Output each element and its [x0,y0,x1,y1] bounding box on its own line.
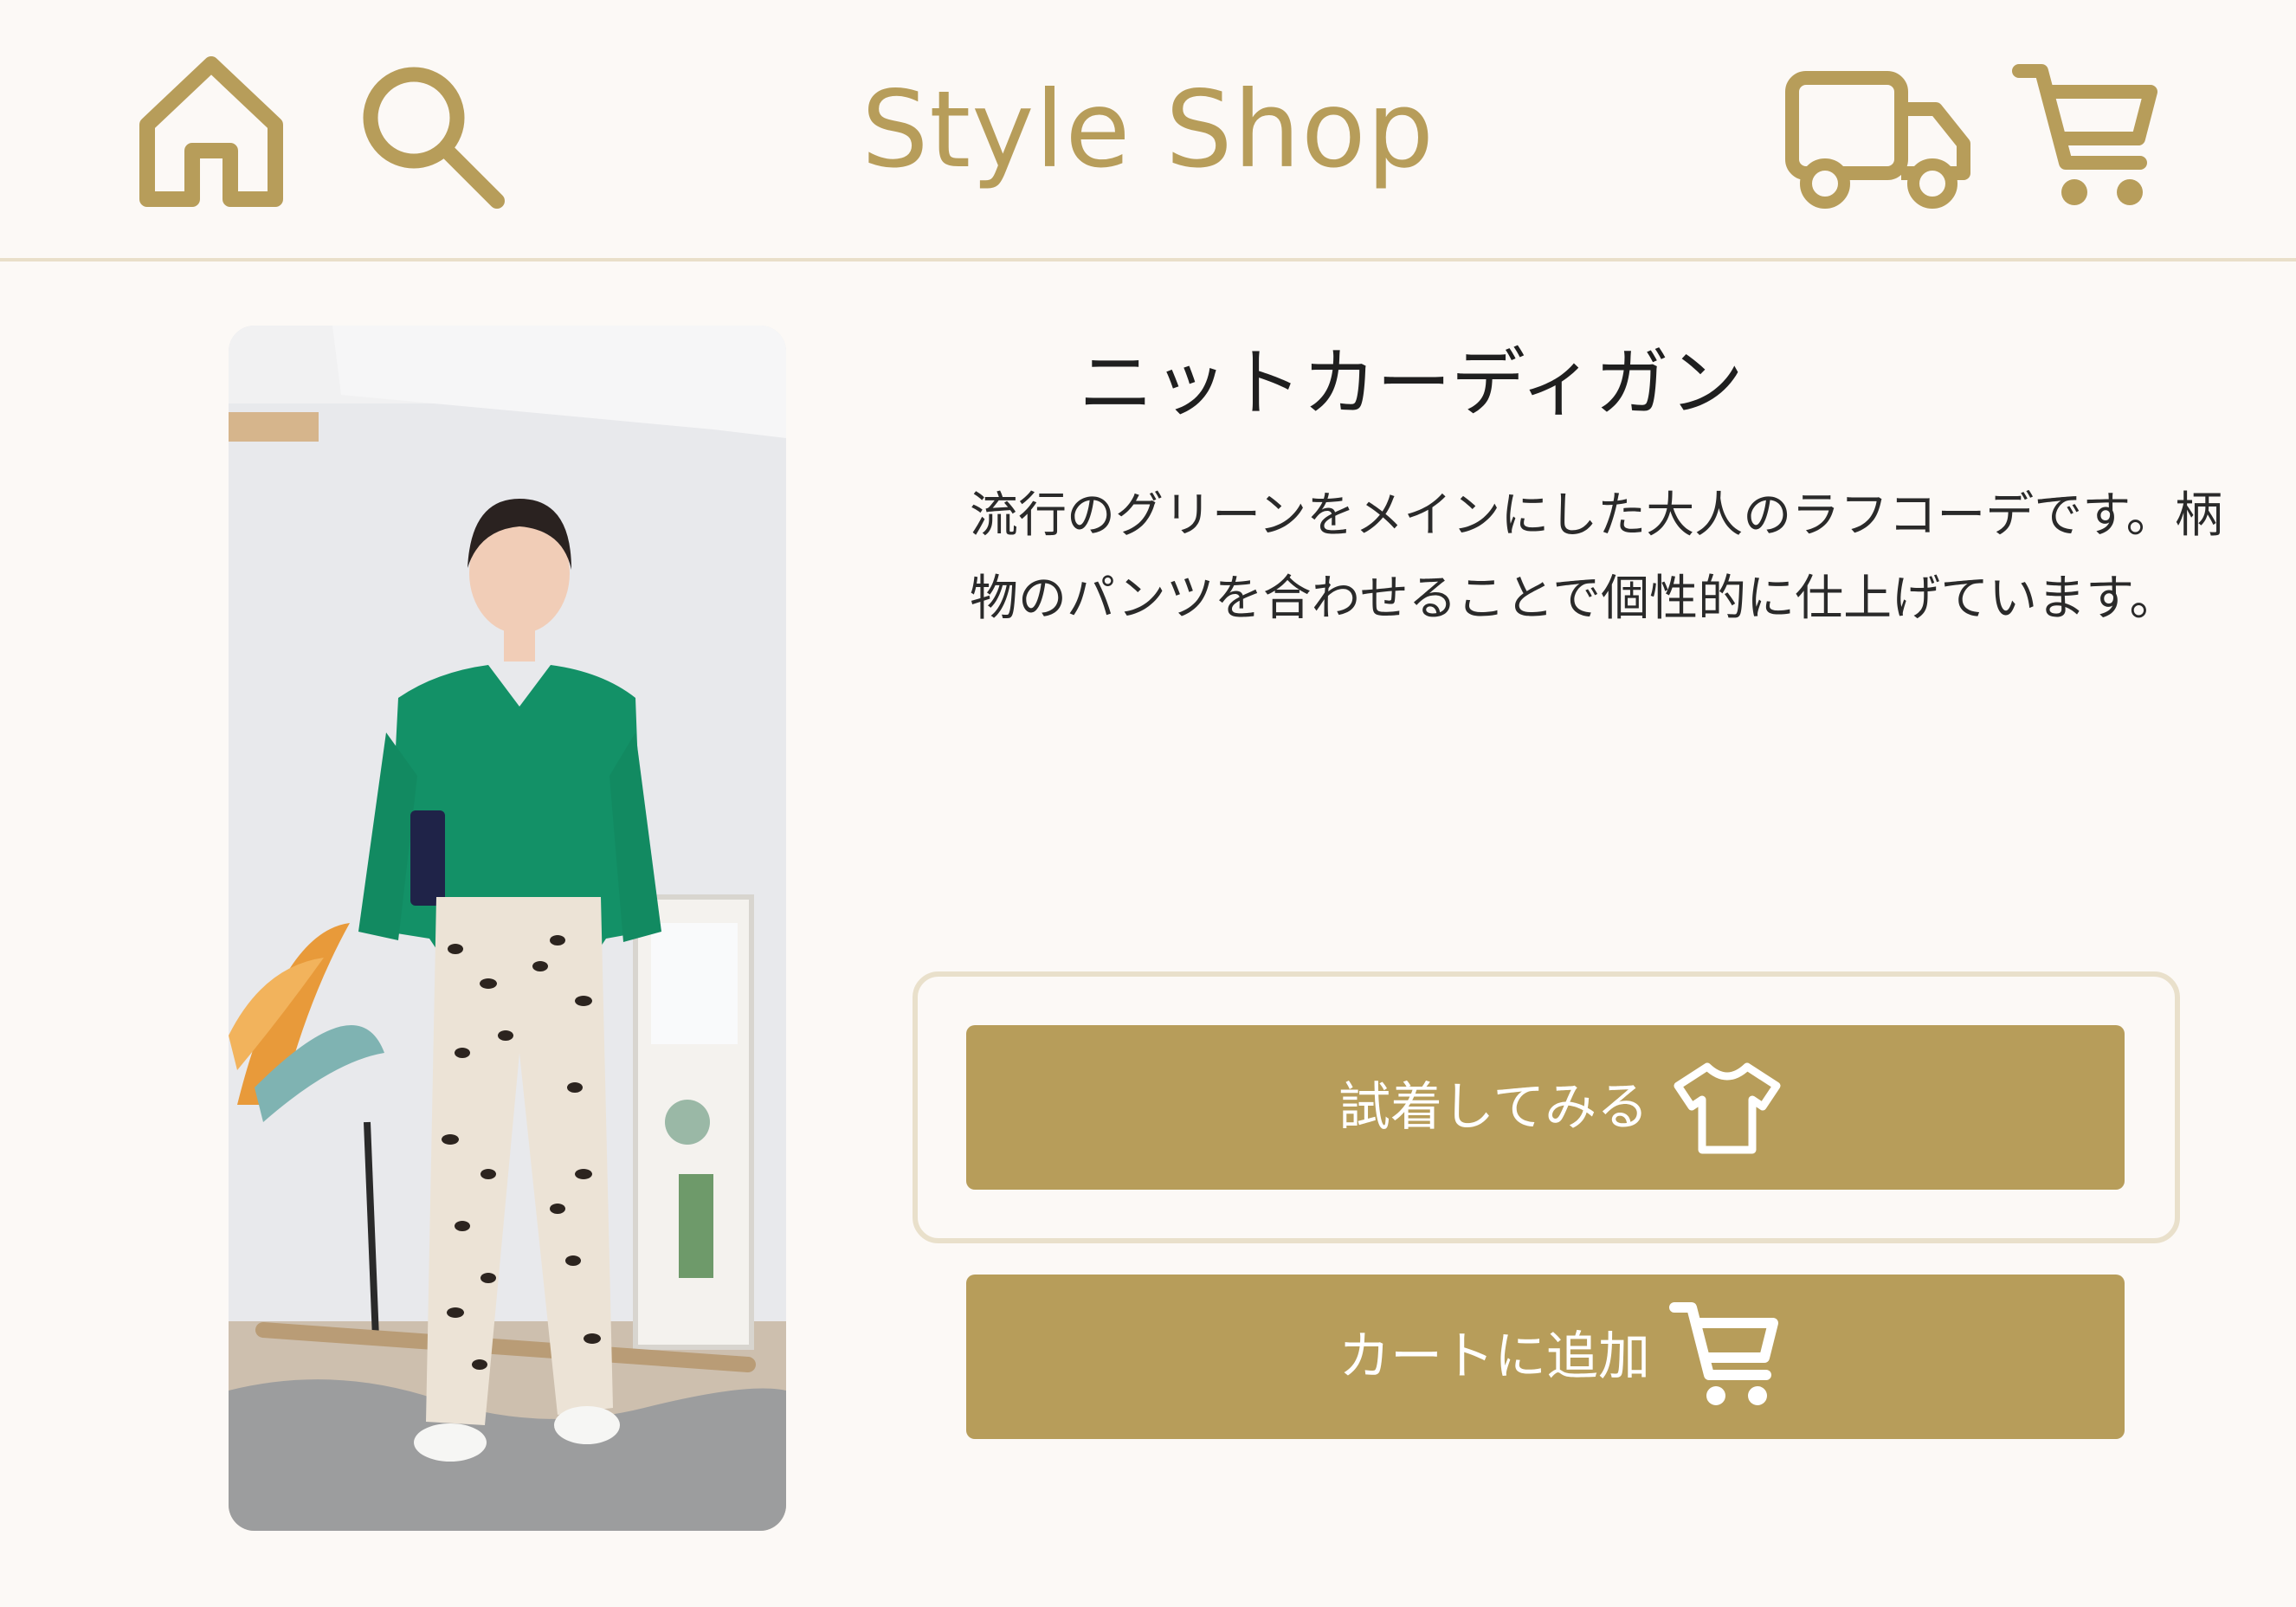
try-on-button[interactable]: 試着してみる [966,1025,2125,1190]
product-image [229,326,786,1531]
tshirt-icon [1674,1062,1781,1154]
product-description: 流行のグリーンをメインにした大人のラフコーデです。柄物のパンツを合わせることで個… [970,487,2223,627]
try-on-label: 試着してみる [1338,1077,1649,1138]
cart-icon[interactable] [2012,61,2159,210]
product-title: ニットカーディガン [1079,340,1744,427]
product-page: Style Shop ニットカーディガン 流行のグリーンをメインにした大人のラフ… [0,0,2296,1607]
add-to-cart-label: カートに追加 [1338,1326,1650,1387]
header: Style Shop [0,0,2296,261]
add-to-cart-button[interactable]: カートに追加 [966,1275,2125,1439]
truck-icon[interactable] [1783,69,1974,210]
cart-icon [1669,1302,1778,1405]
